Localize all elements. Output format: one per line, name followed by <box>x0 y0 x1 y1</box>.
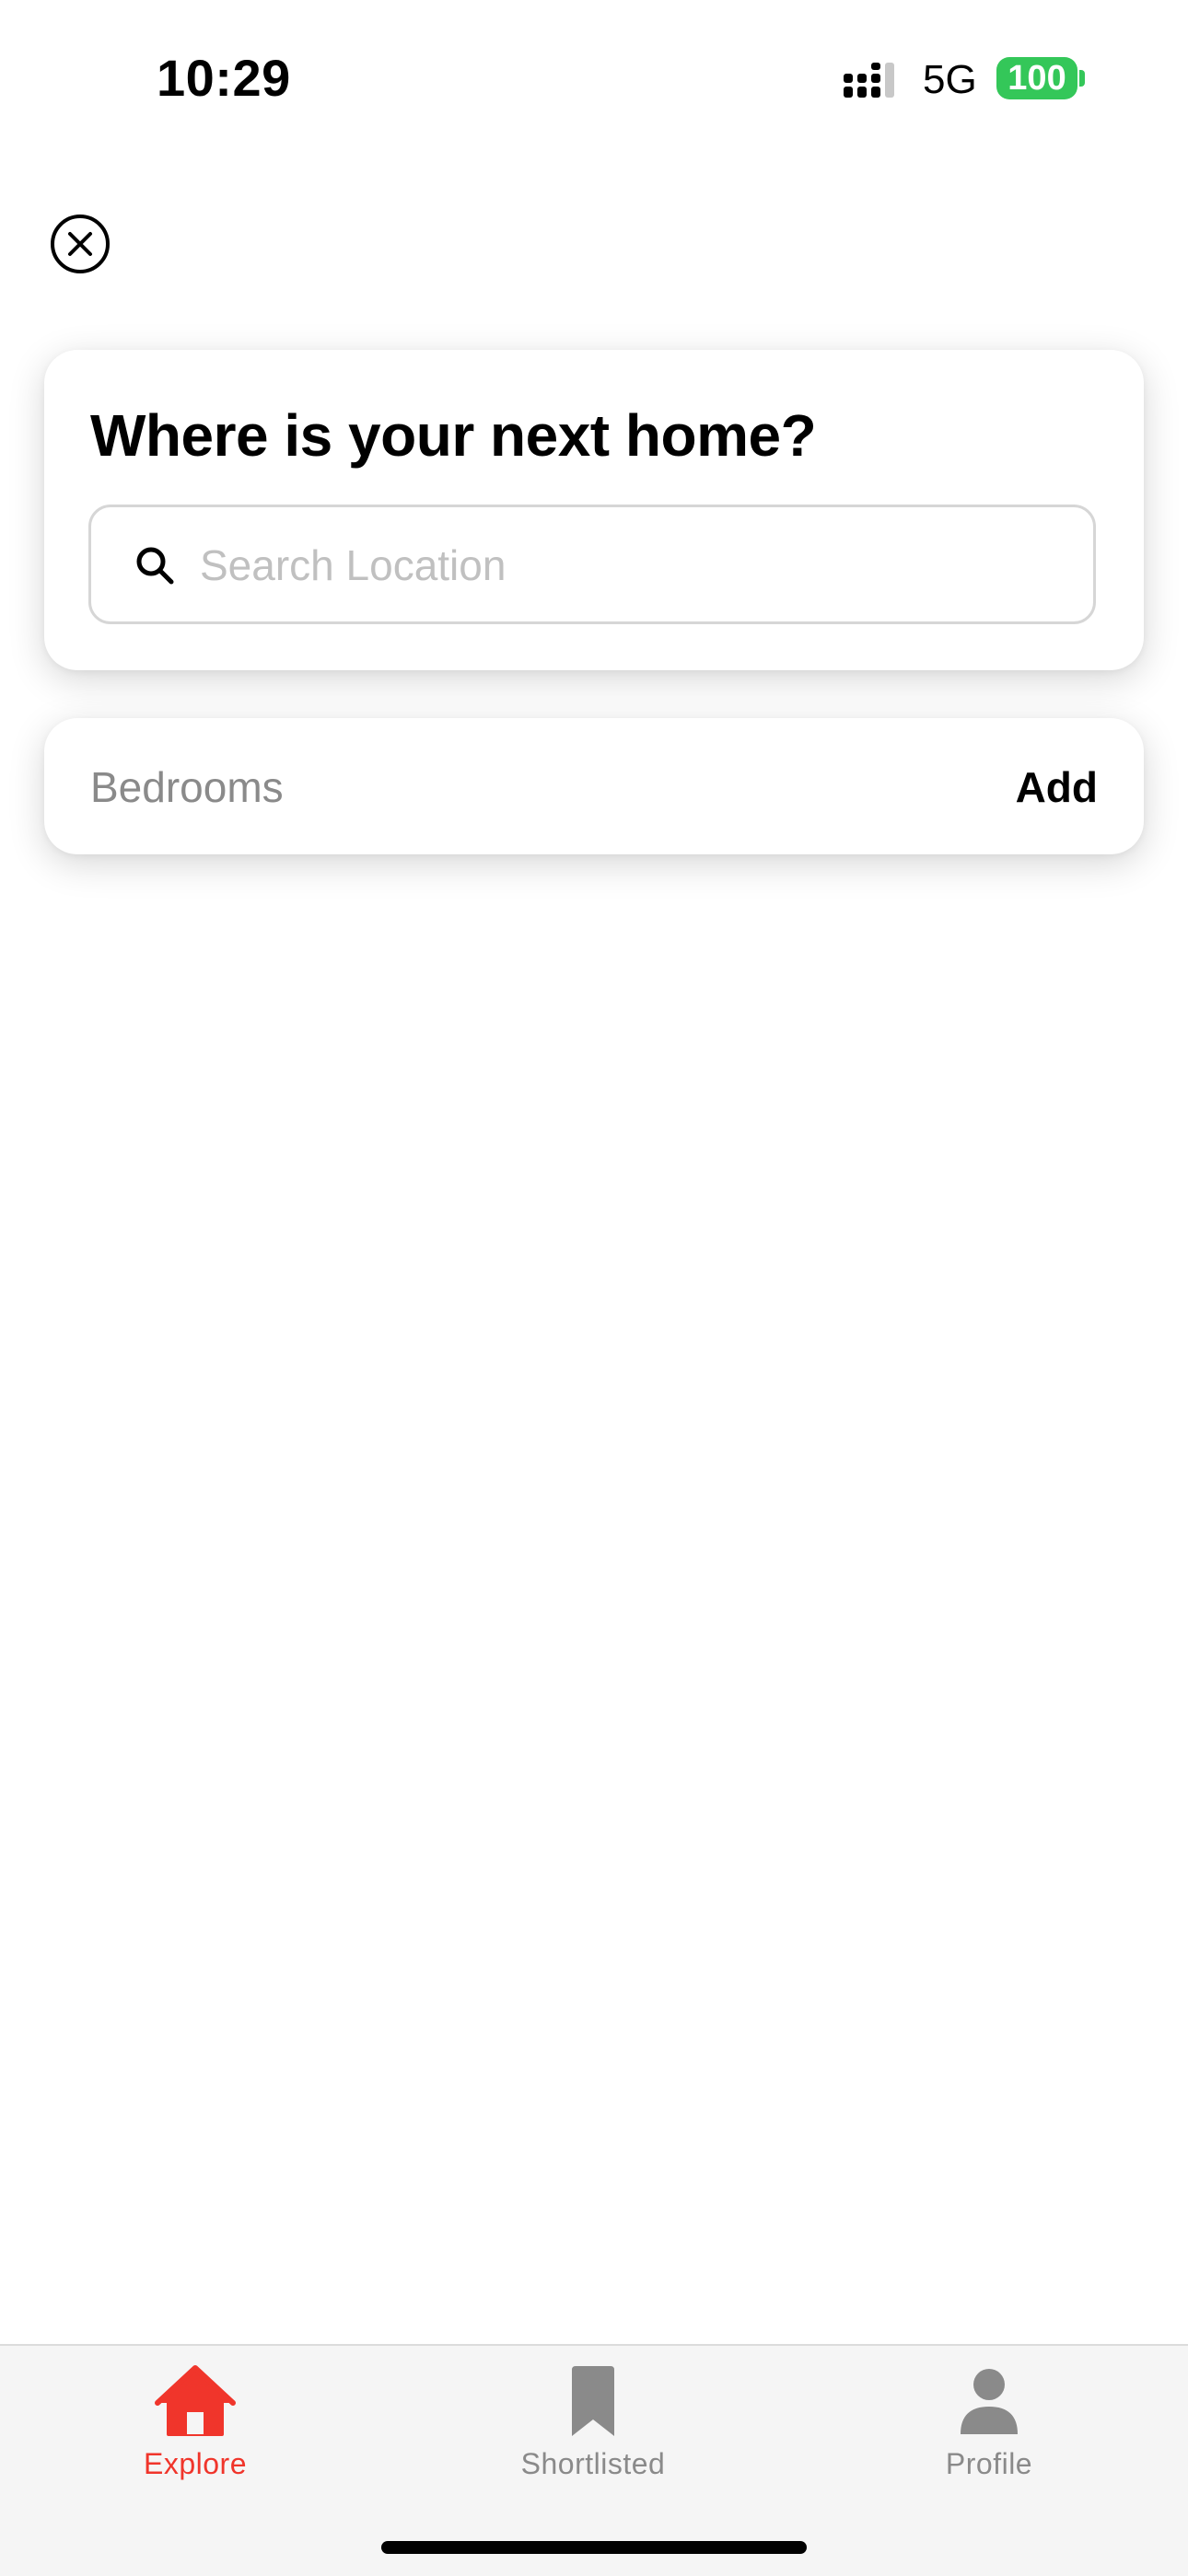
home-icon <box>155 2365 236 2436</box>
status-bar: 10:29 5G 100 <box>0 0 1188 157</box>
add-bedrooms-button[interactable]: Add <box>1016 762 1098 812</box>
network-type: 5G <box>923 57 977 102</box>
status-time: 10:29 <box>157 49 291 107</box>
tab-shortlisted[interactable]: Shortlisted <box>483 2364 704 2493</box>
battery-nub <box>1079 70 1085 87</box>
tab-explore[interactable]: Explore <box>85 2364 306 2493</box>
bedrooms-label: Bedrooms <box>90 763 284 811</box>
person-icon <box>961 2369 1018 2434</box>
battery-indicator: 100 <box>996 57 1077 99</box>
tab-label: Profile <box>945 2447 1033 2480</box>
search-icon <box>136 547 174 585</box>
bookmark-icon <box>572 2366 614 2436</box>
location-search-card: Where is your next home? <box>44 350 1144 670</box>
home-indicator <box>381 2541 807 2554</box>
tab-profile[interactable]: Profile <box>879 2364 1100 2493</box>
search-location-input[interactable] <box>200 535 1066 596</box>
search-box[interactable] <box>88 505 1096 624</box>
tab-label: Shortlisted <box>520 2447 666 2480</box>
cellular-signal-icon <box>844 63 894 98</box>
tab-label: Explore <box>144 2447 247 2480</box>
bedrooms-card[interactable]: Bedrooms Add <box>44 718 1144 854</box>
card-title: Where is your next home? <box>90 402 817 469</box>
close-circle-icon[interactable] <box>50 214 111 274</box>
